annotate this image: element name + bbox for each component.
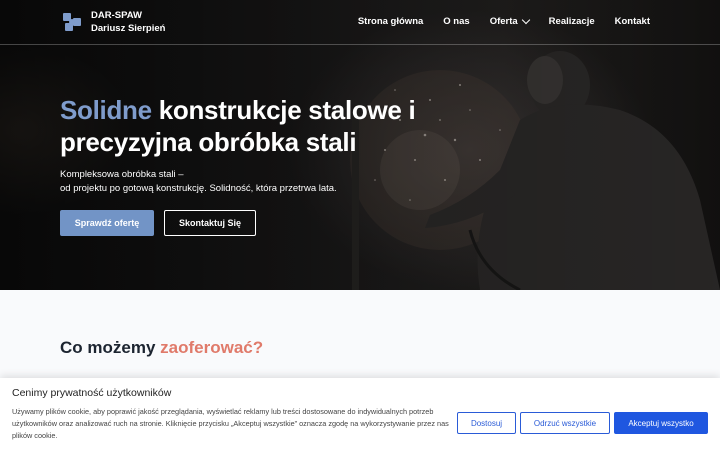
hero-title-accent: Solidne (60, 95, 152, 125)
accept-all-button[interactable]: Akceptuj wszystko (614, 412, 708, 434)
nav-home[interactable]: Strona główna (358, 16, 423, 27)
nav-offer[interactable]: Oferta (489, 15, 530, 27)
brand-name: DAR-SPAW (91, 10, 143, 21)
nav-offer-label: Oferta (489, 16, 518, 27)
brand-owner: Dariusz Sierpień (91, 23, 166, 34)
section-title: Co możemy zaoferować? (60, 338, 263, 358)
hero-section: DAR-SPAW Dariusz Sierpień Strona główna … (0, 0, 720, 290)
main-nav: Strona główna O nas Oferta Realizacje Ko… (338, 15, 650, 27)
nav-contact[interactable]: Kontakt (615, 16, 650, 27)
cookie-banner: Cenimy prywatność użytkowników Używamy p… (0, 378, 720, 450)
nav-projects[interactable]: Realizacje (549, 16, 595, 27)
hero-subtitle: Kompleksowa obróbka stali – od projektu … (60, 168, 400, 196)
logo[interactable]: DAR-SPAW Dariusz Sierpień (60, 9, 165, 35)
hero-subtitle-line2: od projektu po gotową konstrukcję. Solid… (60, 183, 337, 194)
hero-subtitle-line1: Kompleksowa obróbka stali – (60, 169, 184, 180)
chevron-down-icon (521, 15, 530, 25)
site-header: DAR-SPAW Dariusz Sierpień Strona główna … (0, 0, 720, 45)
cookie-text: Używamy plików cookie, aby poprawić jako… (12, 407, 449, 440)
gear-puzzle-icon (63, 13, 81, 31)
nav-about[interactable]: O nas (443, 16, 469, 27)
cookie-title: Cenimy prywatność użytkowników (12, 387, 172, 399)
contact-us-button[interactable]: Skontaktuj Się (164, 210, 256, 236)
hero-title: Solidne konstrukcje stalowe i precyzyjna… (60, 94, 480, 158)
check-offer-button[interactable]: Sprawdź ofertę (60, 210, 154, 236)
reject-all-button[interactable]: Odrzuć wszystkie (520, 412, 610, 434)
section-title-start: Co możemy (60, 338, 161, 357)
section-title-accent: zaoferować? (160, 338, 264, 357)
customize-button[interactable]: Dostosuj (457, 412, 516, 434)
